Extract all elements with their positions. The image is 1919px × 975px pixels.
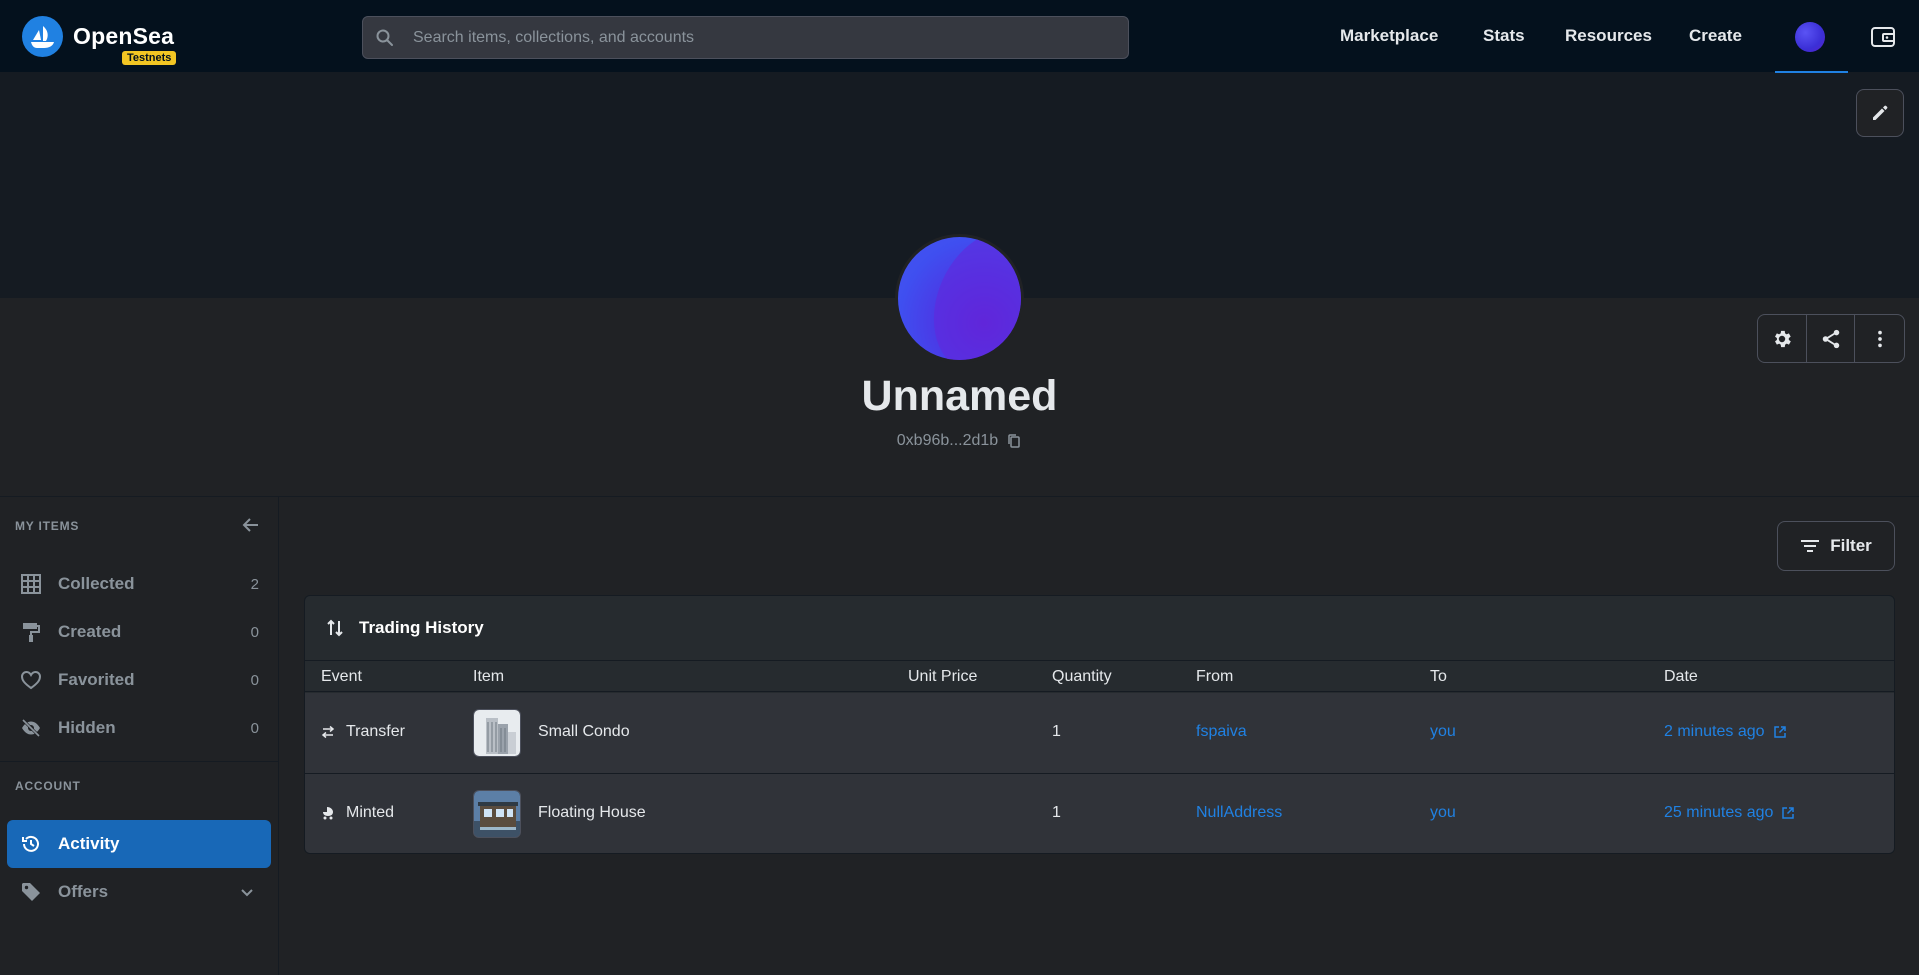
nav-create[interactable]: Create	[1689, 26, 1742, 46]
share-button[interactable]	[1807, 315, 1856, 362]
paint-roller-icon	[19, 620, 43, 644]
to-link[interactable]: you	[1430, 723, 1456, 741]
settings-button[interactable]	[1758, 315, 1807, 362]
trading-history-header[interactable]: Trading History	[305, 596, 1894, 661]
profile-action-group	[1757, 314, 1905, 363]
table-header-row: Event Item Unit Price Quantity From To D…	[305, 661, 1894, 692]
sidebar-item-count: 0	[250, 719, 259, 737]
nav-stats[interactable]: Stats	[1483, 26, 1525, 46]
wallet-icon[interactable]	[1870, 24, 1896, 50]
item-thumbnail[interactable]	[473, 790, 521, 838]
col-to: To	[1430, 668, 1447, 685]
wallet-address[interactable]: 0xb96b...2d1b	[897, 432, 998, 450]
to-link[interactable]: you	[1430, 804, 1456, 822]
sidebar-item-count: 0	[250, 671, 259, 689]
top-navbar: OpenSea Testnets Marketplace Stats Resou…	[0, 0, 1919, 73]
item-name[interactable]: Floating House	[538, 804, 646, 822]
sidebar-item-count: 2	[250, 575, 259, 593]
col-from: From	[1196, 668, 1234, 685]
search-icon	[376, 29, 393, 46]
col-date: Date	[1664, 668, 1698, 685]
trading-history-title: Trading History	[359, 618, 484, 637]
nav-profile-avatar[interactable]	[1795, 22, 1825, 52]
my-items-heading: MY ITEMS	[15, 519, 80, 533]
profile-name: Unnamed	[861, 372, 1058, 420]
col-item: Item	[473, 668, 505, 685]
search-input[interactable]	[413, 17, 1113, 58]
from-link[interactable]: NullAddress	[1196, 804, 1282, 822]
opensea-logo-icon	[22, 16, 63, 57]
external-link-icon	[1782, 807, 1795, 819]
from-link[interactable]: fspaiva	[1196, 723, 1247, 741]
profile-sidebar: MY ITEMS Collected 2 Created 0 Favorited…	[0, 497, 279, 975]
sidebar-item-count: 0	[250, 623, 259, 641]
sidebar-item-collected[interactable]: Collected 2	[7, 560, 271, 608]
event-label: Transfer	[346, 723, 405, 740]
section-divider	[0, 496, 1919, 497]
sidebar-divider	[0, 761, 279, 762]
search-bar[interactable]	[362, 16, 1129, 59]
tag-icon	[19, 880, 43, 904]
col-event: Event	[321, 668, 362, 685]
sidebar-item-label: Offers	[58, 882, 109, 901]
external-link-icon	[1773, 726, 1786, 738]
table-row: Transfer Small Condo 1 fspaiva you 2 min…	[305, 693, 1894, 774]
more-options-button[interactable]	[1855, 315, 1904, 362]
edit-banner-button[interactable]	[1856, 89, 1904, 137]
profile-avatar[interactable]	[895, 234, 1024, 363]
quantity: 1	[1052, 804, 1061, 821]
heart-icon	[19, 668, 43, 692]
col-quantity: Quantity	[1052, 668, 1112, 685]
item-thumbnail[interactable]	[473, 709, 521, 757]
filter-button[interactable]: Filter	[1777, 521, 1895, 571]
sidebar-item-label: Created	[58, 622, 122, 641]
history-icon	[19, 832, 43, 856]
sidebar-item-offers[interactable]: Offers	[7, 868, 271, 916]
col-unit-price: Unit Price	[908, 668, 978, 685]
sidebar-item-label: Favorited	[58, 670, 135, 689]
item-name[interactable]: Small Condo	[538, 723, 630, 741]
sidebar-item-favorited[interactable]: Favorited 0	[7, 656, 271, 704]
wallet-address-row: 0xb96b...2d1b	[0, 432, 1919, 450]
arrow-left-icon[interactable]	[240, 514, 262, 536]
testnets-badge: Testnets	[122, 51, 177, 65]
sidebar-item-activity[interactable]: Activity	[7, 820, 271, 868]
copy-icon[interactable]	[1006, 433, 1022, 449]
filter-icon	[1801, 540, 1820, 552]
nav-resources[interactable]: Resources	[1565, 26, 1652, 46]
baby-carriage-icon	[323, 807, 333, 820]
trading-history-panel: Trading History Event Item Unit Price Qu…	[304, 595, 1895, 854]
sidebar-item-created[interactable]: Created 0	[7, 608, 271, 656]
pencil-icon	[1873, 105, 1888, 120]
event-label: Minted	[346, 804, 395, 821]
date-link[interactable]: 2 minutes ago	[1664, 723, 1787, 741]
date-link[interactable]: 25 minutes ago	[1664, 804, 1795, 822]
eye-off-icon	[19, 716, 43, 740]
brand-name: OpenSea	[73, 23, 175, 49]
sidebar-item-label: Hidden	[58, 718, 116, 737]
chevron-down-icon[interactable]	[237, 882, 257, 902]
gear-icon	[1774, 330, 1791, 347]
account-heading: ACCOUNT	[15, 779, 81, 793]
date-text: 2 minutes ago	[1664, 723, 1765, 740]
table-row: Minted Floating House 1 NullAddress you …	[305, 774, 1894, 853]
grid-icon	[19, 572, 43, 596]
share-icon	[1822, 329, 1839, 348]
swap-vertical-icon	[327, 619, 343, 637]
transfer-icon	[321, 725, 335, 739]
date-text: 25 minutes ago	[1664, 804, 1774, 821]
sidebar-item-label: Collected	[58, 574, 135, 593]
nav-marketplace[interactable]: Marketplace	[1340, 26, 1438, 46]
more-vertical-icon	[1877, 330, 1882, 347]
quantity: 1	[1052, 723, 1061, 740]
sidebar-item-hidden[interactable]: Hidden 0	[7, 704, 271, 752]
filter-label: Filter	[1830, 536, 1872, 555]
sidebar-item-label: Activity	[58, 834, 120, 853]
